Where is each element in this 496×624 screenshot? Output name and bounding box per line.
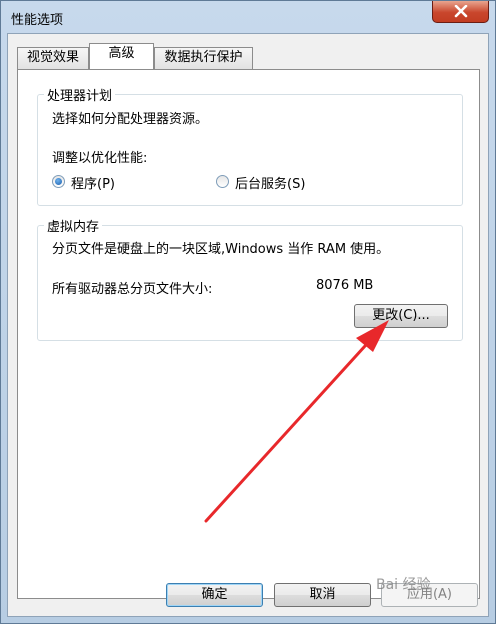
- dialog-client-area: 视觉效果 高级 数据执行保护 处理器计划 选择如何分配处理器资源。 调整以优化性…: [7, 33, 489, 617]
- processor-scheduling-title: 处理器计划: [44, 85, 116, 104]
- ok-button[interactable]: 确定: [166, 583, 263, 607]
- title-bar[interactable]: 性能选项: [1, 1, 495, 33]
- radio-programs-indicator[interactable]: [52, 175, 65, 188]
- processor-scheduling-group: 处理器计划 选择如何分配处理器资源。 调整以优化性能: 程序(P) 后台服务(S…: [37, 85, 463, 206]
- tab-advanced[interactable]: 高级: [89, 43, 154, 69]
- virtual-memory-title: 虚拟内存: [44, 216, 103, 235]
- tab-data-execution-prevention[interactable]: 数据执行保护: [154, 47, 253, 69]
- window-title: 性能选项: [11, 13, 64, 28]
- close-button[interactable]: [432, 1, 489, 23]
- radio-background-services-label: 后台服务(S): [235, 177, 306, 192]
- change-virtual-memory-button[interactable]: 更改(C)...: [354, 304, 448, 328]
- adjust-performance-label: 调整以优化性能:: [52, 151, 148, 166]
- processor-description: 选择如何分配处理器资源。: [52, 112, 209, 127]
- tab-visual-effects[interactable]: 视觉效果: [17, 47, 89, 69]
- total-paging-file-value: 8076 MB: [316, 278, 374, 293]
- watermark: Bai 经验: [376, 577, 431, 593]
- performance-options-window: 性能选项 视觉效果 高级 数据执行保护 处理器计划 选择如何分配处理器资源。 调…: [0, 0, 496, 624]
- radio-programs[interactable]: 程序(P): [52, 173, 152, 192]
- radio-background-services[interactable]: 后台服务(S): [216, 173, 346, 192]
- radio-programs-label: 程序(P): [71, 177, 115, 192]
- total-paging-file-label: 所有驱动器总分页文件大小:: [52, 282, 213, 297]
- radio-background-services-indicator[interactable]: [216, 175, 229, 188]
- close-icon: [454, 5, 468, 18]
- advanced-tab-panel: 处理器计划 选择如何分配处理器资源。 调整以优化性能: 程序(P) 后台服务(S…: [17, 69, 480, 599]
- virtual-memory-group: 虚拟内存 分页文件是硬盘上的一块区域,Windows 当作 RAM 使用。 所有…: [37, 216, 463, 341]
- cancel-button[interactable]: 取消: [274, 583, 371, 607]
- virtual-memory-description: 分页文件是硬盘上的一块区域,Windows 当作 RAM 使用。: [52, 242, 390, 257]
